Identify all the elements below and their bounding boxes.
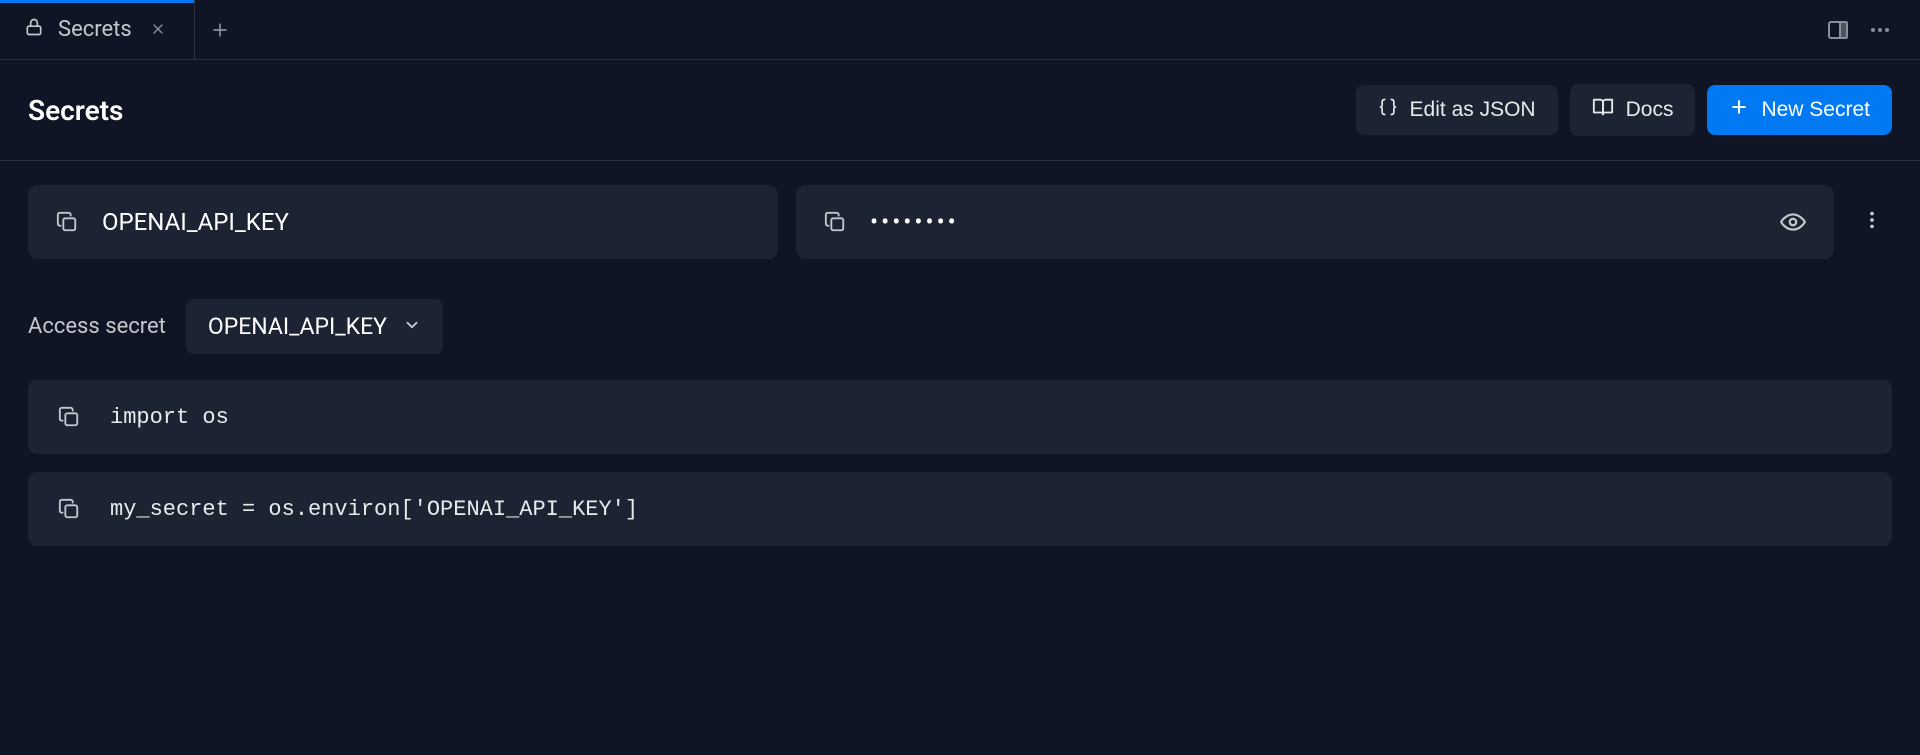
code-block-usage: my_secret = os.environ['OPENAI_API_KEY'] bbox=[28, 472, 1892, 546]
secret-row: OPENAI_API_KEY •••••••• bbox=[28, 185, 1892, 259]
secret-value-left: •••••••• bbox=[818, 205, 959, 239]
edit-json-label: Edit as JSON bbox=[1410, 98, 1536, 122]
secret-value-box[interactable]: •••••••• bbox=[796, 185, 1834, 259]
docs-label: Docs bbox=[1626, 98, 1674, 122]
access-secret-label: Access secret bbox=[28, 314, 166, 339]
secret-key-box[interactable]: OPENAI_API_KEY bbox=[28, 185, 778, 259]
close-icon[interactable] bbox=[146, 16, 170, 44]
page-title: Secrets bbox=[28, 94, 123, 127]
secret-masked-value: •••••••• bbox=[870, 208, 959, 236]
lock-icon bbox=[24, 17, 44, 42]
tab-label: Secrets bbox=[58, 17, 132, 42]
copy-icon[interactable] bbox=[818, 205, 852, 239]
docs-button[interactable]: Docs bbox=[1570, 84, 1696, 136]
more-menu-icon[interactable] bbox=[1868, 18, 1892, 42]
dropdown-selected: OPENAI_API_KEY bbox=[208, 313, 387, 340]
content: OPENAI_API_KEY •••••••• bbox=[0, 161, 1920, 588]
tab-bar-right bbox=[1826, 18, 1920, 42]
new-secret-button[interactable]: New Secret bbox=[1707, 85, 1892, 135]
edit-as-json-button[interactable]: Edit as JSON bbox=[1356, 85, 1558, 135]
eye-icon[interactable] bbox=[1774, 203, 1812, 241]
plus-icon bbox=[1729, 97, 1749, 123]
tab-secrets[interactable]: Secrets bbox=[0, 0, 195, 59]
code-line-2: my_secret = os.environ['OPENAI_API_KEY'] bbox=[110, 497, 638, 522]
header-actions: Edit as JSON Docs New Secret bbox=[1356, 84, 1892, 136]
book-icon bbox=[1592, 96, 1614, 124]
access-secret-dropdown[interactable]: OPENAI_API_KEY bbox=[186, 299, 443, 354]
code-line-1: import os bbox=[110, 405, 229, 430]
new-tab-button[interactable] bbox=[195, 0, 245, 59]
kebab-menu-icon[interactable] bbox=[1852, 185, 1892, 255]
access-secret-row: Access secret OPENAI_API_KEY bbox=[28, 299, 1892, 354]
secret-key-text: OPENAI_API_KEY bbox=[102, 208, 289, 236]
code-block-import: import os bbox=[28, 380, 1892, 454]
copy-icon[interactable] bbox=[50, 205, 84, 239]
new-secret-label: New Secret bbox=[1761, 98, 1870, 122]
braces-icon bbox=[1378, 97, 1398, 123]
tab-bar: Secrets bbox=[0, 0, 1920, 60]
copy-icon[interactable] bbox=[52, 400, 86, 434]
chevron-down-icon bbox=[403, 315, 421, 339]
header: Secrets Edit as JSON Docs bbox=[0, 60, 1920, 161]
panel-toggle-icon[interactable] bbox=[1826, 18, 1850, 42]
copy-icon[interactable] bbox=[52, 492, 86, 526]
